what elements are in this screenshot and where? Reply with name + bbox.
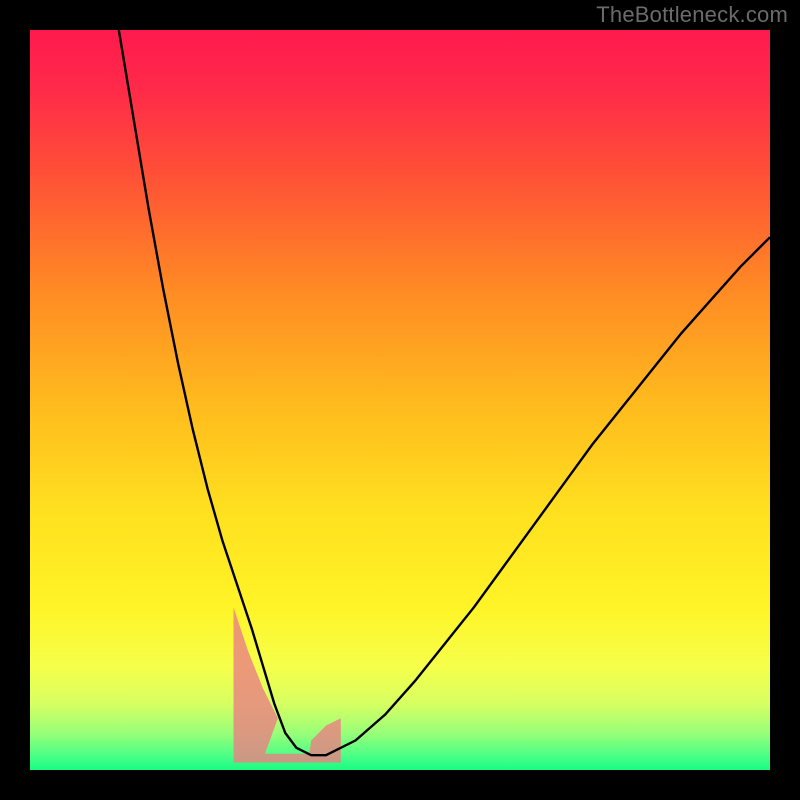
bottleneck-curve — [119, 30, 770, 755]
curve-layer — [30, 30, 770, 770]
plot-area — [30, 30, 770, 770]
chart-frame: TheBottleneck.com — [0, 0, 800, 800]
bottleneck-mask — [234, 607, 341, 762]
watermark-text: TheBottleneck.com — [596, 2, 788, 28]
